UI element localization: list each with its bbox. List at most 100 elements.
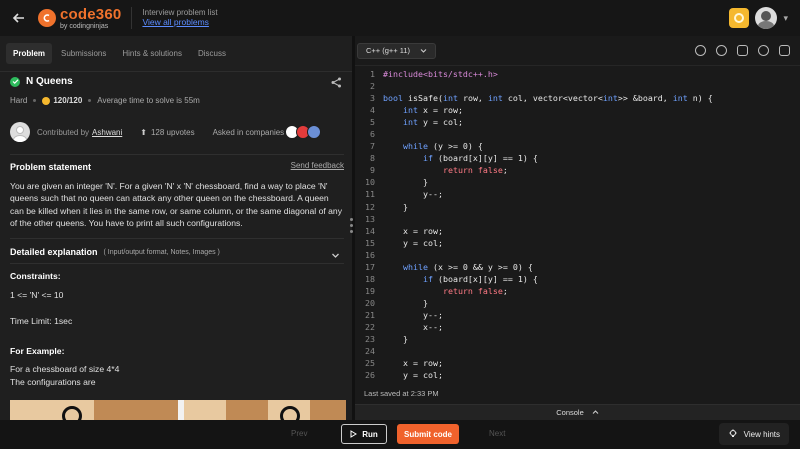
tab-discuss[interactable]: Discuss (191, 43, 233, 64)
code-line[interactable]: 13 (355, 213, 800, 225)
code-line[interactable]: 1 #include<bits/stdc++.h> (355, 68, 800, 80)
line-number: 17 (365, 261, 375, 272)
contributor-link[interactable]: Ashwani (92, 128, 122, 137)
code-line[interactable]: 10 } (355, 176, 800, 188)
code-line[interactable]: 9 return false; (355, 164, 800, 176)
code-text: } (383, 297, 428, 308)
console-label: Console (556, 408, 584, 417)
company-logos[interactable] (285, 125, 322, 139)
code-line[interactable]: 17 while (x >= 0 && y >= 0) { (355, 261, 800, 273)
difficulty-label: Hard (10, 96, 28, 105)
user-avatar[interactable] (755, 7, 778, 29)
upvote-button[interactable]: ⬆ 128 upvotes (140, 128, 194, 137)
logo-text: code360 (60, 5, 122, 23)
fullscreen-icon[interactable] (779, 45, 790, 56)
code-editor[interactable]: 1 #include<bits/stdc++.h> 2 3 bool isSafe(in… (355, 68, 800, 386)
view-all-problems-link[interactable]: View all problems (142, 17, 217, 27)
code-line[interactable]: 20 } (355, 297, 800, 309)
code-text: x--; (383, 321, 443, 332)
reset-icon[interactable] (716, 45, 727, 56)
line-number: 3 (370, 93, 375, 104)
code-text: return false; (442, 285, 508, 296)
code-line[interactable]: 2 (355, 80, 800, 92)
line-number: 6 (370, 129, 375, 140)
panel-resize-handle[interactable] (350, 218, 354, 236)
chevron-down-icon[interactable]: ▾ (783, 13, 788, 24)
line-number: 2 (370, 81, 375, 92)
tab-problem[interactable]: Problem (6, 43, 53, 64)
code-line[interactable]: 15 y = col; (355, 237, 800, 249)
share-icon[interactable] (331, 75, 342, 93)
line-number: 26 (365, 370, 375, 381)
line-number: 7 (370, 141, 375, 152)
line-number: 24 (365, 346, 375, 357)
view-hints-button[interactable]: View hints (718, 423, 789, 445)
layout-icon[interactable] (737, 45, 748, 56)
play-icon (350, 430, 358, 438)
code-line[interactable]: 3 bool isSafe(int row, int col, vector<ve… (355, 92, 800, 104)
code-line[interactable]: 4 int x = row; (355, 104, 800, 116)
code-line[interactable]: 7 while (y >= 0) { (355, 140, 800, 152)
back-arrow-icon[interactable] (12, 11, 26, 25)
detailed-explanation-subtitle: ( Input/output format, Notes, Images ) (103, 248, 220, 256)
line-number: 1 (370, 69, 375, 79)
divider (10, 238, 344, 239)
solved-check-icon (10, 76, 20, 87)
timer-icon[interactable] (695, 45, 706, 56)
prev-button[interactable]: Prev (291, 429, 307, 438)
points-value: 120/120 (53, 96, 83, 105)
editor-panel: C++ (g++ 11) 1 #include<bits/stdc++.h> 2 3 b… (355, 36, 800, 420)
code-line[interactable]: 22 x--; (355, 321, 800, 333)
code-line[interactable]: 11 y--; (355, 188, 800, 200)
problem-meta: Hard 120/120 Average time to solve is 55… (10, 96, 200, 105)
code-line[interactable]: 18 if (board[x][y] == 1) { (355, 273, 800, 285)
code-line[interactable]: 21 y--; (355, 309, 800, 321)
contributor-row: Contributed by Ashwani ⬆ 128 upvotes Ask… (10, 120, 344, 144)
code-text: if (board[x][y] == 1) { (422, 153, 538, 164)
line-number: 25 (365, 358, 375, 369)
line-number: 11 (365, 189, 375, 200)
code-line[interactable]: 5 int y = col; (355, 116, 800, 128)
send-feedback-link[interactable]: Send feedback (291, 161, 344, 170)
line-number: 23 (365, 334, 375, 345)
code-line[interactable]: 12 } (355, 201, 800, 213)
language-select[interactable]: C++ (g++ 11) (357, 42, 437, 59)
code-line[interactable]: 6 (355, 128, 800, 140)
tab-submissions[interactable]: Submissions (54, 43, 113, 64)
logo-subtext: by codingninjas (60, 22, 109, 30)
code-line[interactable]: 8 if (board[x][y] == 1) { (355, 152, 800, 164)
settings-gear-icon[interactable] (758, 45, 769, 56)
chevron-up-icon (592, 410, 599, 414)
code-line[interactable]: 24 (355, 345, 800, 357)
code-line[interactable]: 23 } (355, 333, 800, 345)
tab-hints-solutions[interactable]: Hints & solutions (115, 43, 189, 64)
code-line[interactable]: 16 (355, 249, 800, 261)
logo[interactable]: code360 by codingninjas (38, 7, 121, 30)
detailed-explanation-toggle[interactable]: Detailed explanation ( Input/output form… (10, 247, 344, 258)
upvote-count: 128 upvotes (150, 127, 195, 137)
code-line[interactable]: 26 y = col; (355, 369, 800, 381)
breadcrumb: Interview problem list View all problems (142, 8, 217, 27)
code-text: y--; (383, 309, 443, 320)
bottom-bar: Prev Run Submit code Next View hints (0, 420, 800, 449)
coin-badge-icon[interactable] (729, 8, 750, 28)
code-text: y = col; (383, 237, 443, 248)
code-line[interactable]: 25 x = row; (355, 357, 800, 369)
time-limit-text: Time Limit: 1sec (10, 316, 73, 326)
line-number: 13 (365, 213, 375, 224)
console-toggle[interactable]: Console (355, 404, 800, 420)
next-button[interactable]: Next (489, 429, 505, 438)
line-number: 21 (365, 309, 375, 320)
code-text: x = row; (383, 225, 443, 236)
run-button[interactable]: Run (341, 424, 387, 444)
code-text: while (x >= 0 && y >= 0) { (402, 261, 533, 272)
code-line[interactable]: 19 return false; (355, 285, 800, 297)
code-line[interactable]: 14 x = row; (355, 225, 800, 237)
line-number: 5 (370, 117, 375, 128)
constraints-title: Constraints: (10, 271, 61, 281)
line-number: 15 (365, 237, 375, 248)
submit-code-button[interactable]: Submit code (397, 424, 459, 444)
code-text: y--; (383, 189, 443, 200)
line-number: 4 (370, 105, 375, 116)
asked-in-label: Asked in companies (212, 127, 285, 137)
